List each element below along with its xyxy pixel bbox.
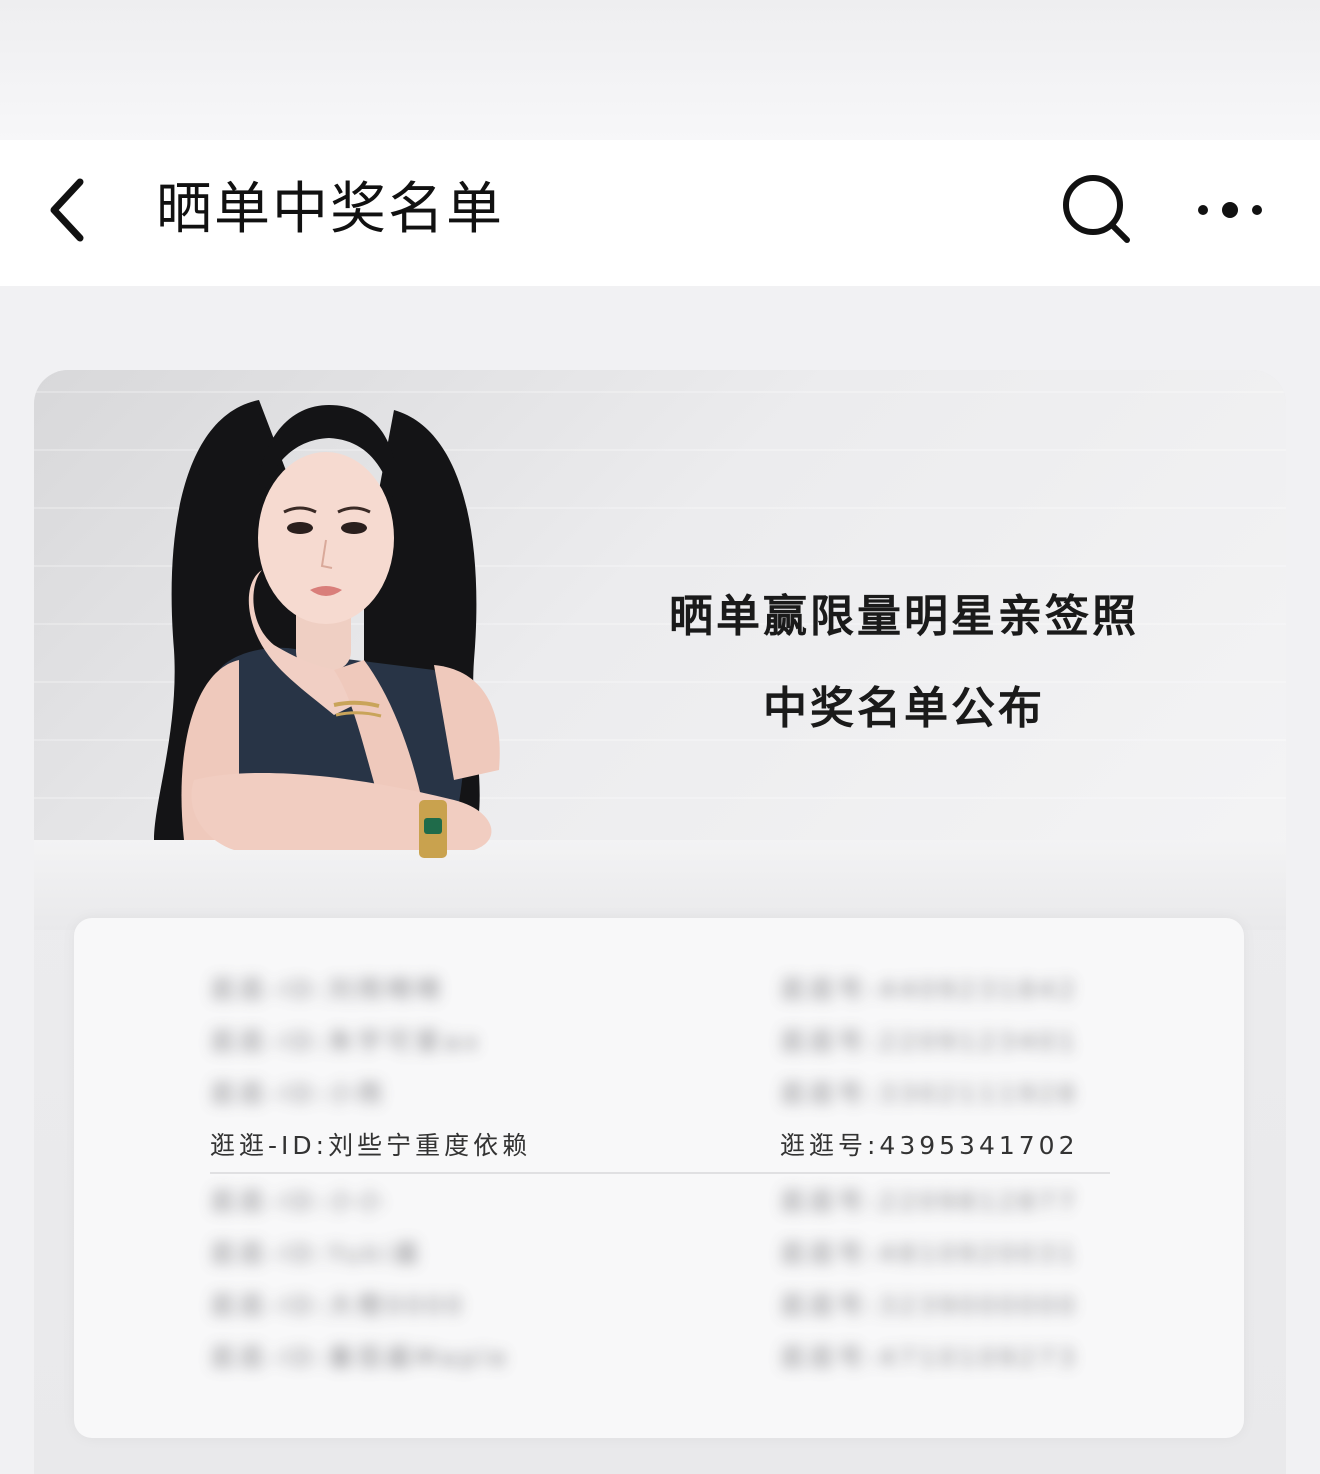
winner-id: 逛逛-ID:刘些宁重度依赖 bbox=[210, 1131, 532, 1160]
banner-headline: 晒单赢限量明星亲签照 bbox=[669, 591, 1139, 642]
winner-row: 逛逛-ID:大橙0000 逛逛号:3239000000 bbox=[74, 1280, 1244, 1332]
winner-number: 逛逛号:4810920031 bbox=[780, 1239, 1079, 1268]
winner-number: 逛逛号:3239000000 bbox=[780, 1291, 1079, 1320]
chevron-left-icon bbox=[50, 178, 84, 242]
celebrity-photo bbox=[154, 400, 500, 858]
winner-list: 逛逛-ID:刘雨晴晴 逛逛号:4409231842 逛逛-ID:朱宇可爱ax 逛逛号:… bbox=[74, 918, 1244, 1438]
nav-bar: 晒单中奖名单 bbox=[0, 140, 1320, 286]
winner-row: 逛逛-ID:小雨 逛逛号:3302111928 bbox=[74, 1068, 1244, 1120]
search-icon bbox=[1063, 175, 1130, 243]
winner-row: 逛逛-ID:朱宇可爱ax 逛逛号:2209123401 bbox=[74, 1016, 1244, 1068]
announcement-card: 晒单赢限量明星亲签照 中奖名单公布 逛逛-ID:刘雨晴晴 逛逛号:44092318… bbox=[34, 370, 1286, 1474]
winner-number: 逛逛号:4409231842 bbox=[780, 975, 1079, 1004]
winner-row: 逛逛-ID:Yuki酱 逛逛号:4810920031 bbox=[74, 1228, 1244, 1280]
winner-id: 逛逛-ID:刘雨晴晴 bbox=[210, 975, 445, 1004]
back-button[interactable] bbox=[32, 170, 112, 250]
winner-number: 逛逛号:2209812877 bbox=[780, 1187, 1079, 1216]
winner-id: 逛逛-ID:朱宇可爱ax bbox=[210, 1027, 483, 1056]
winner-row: 逛逛-ID:番茄酱Maple 逛逛号:4710109273 bbox=[74, 1332, 1244, 1384]
more-dots-icon bbox=[1198, 202, 1262, 218]
winner-id: 逛逛-ID:番茄酱Maple bbox=[210, 1343, 511, 1372]
winner-row: 逛逛-ID:小小 逛逛号:2209812877 bbox=[74, 1176, 1244, 1228]
winner-number: 逛逛号:4710109273 bbox=[780, 1343, 1079, 1372]
winner-row: 逛逛-ID:刘雨晴晴 逛逛号:4409231842 bbox=[74, 964, 1244, 1016]
row-divider bbox=[210, 1172, 1110, 1174]
winner-id: 逛逛-ID:小小 bbox=[210, 1187, 387, 1216]
winner-number: 逛逛号:4395341702 bbox=[780, 1131, 1079, 1160]
content-area: 晒单赢限量明星亲签照 中奖名单公布 逛逛-ID:刘雨晴晴 逛逛号:44092318… bbox=[0, 286, 1320, 1474]
more-button[interactable] bbox=[1190, 180, 1270, 240]
winner-number: 逛逛号:2209123401 bbox=[780, 1027, 1079, 1056]
winner-id: 逛逛-ID:大橙0000 bbox=[210, 1291, 466, 1320]
winner-number: 逛逛号:3302111928 bbox=[780, 1079, 1079, 1108]
page-title: 晒单中奖名单 bbox=[156, 177, 504, 242]
banner-subheadline: 中奖名单公布 bbox=[763, 683, 1045, 734]
search-button[interactable] bbox=[1056, 170, 1140, 254]
winner-id: 逛逛-ID:小雨 bbox=[210, 1079, 387, 1108]
winner-id: 逛逛-ID:Yuki酱 bbox=[210, 1239, 423, 1268]
winner-row: 逛逛-ID:刘些宁重度依赖 逛逛号:4395341702 bbox=[74, 1120, 1244, 1174]
status-bar-area bbox=[0, 0, 1320, 140]
